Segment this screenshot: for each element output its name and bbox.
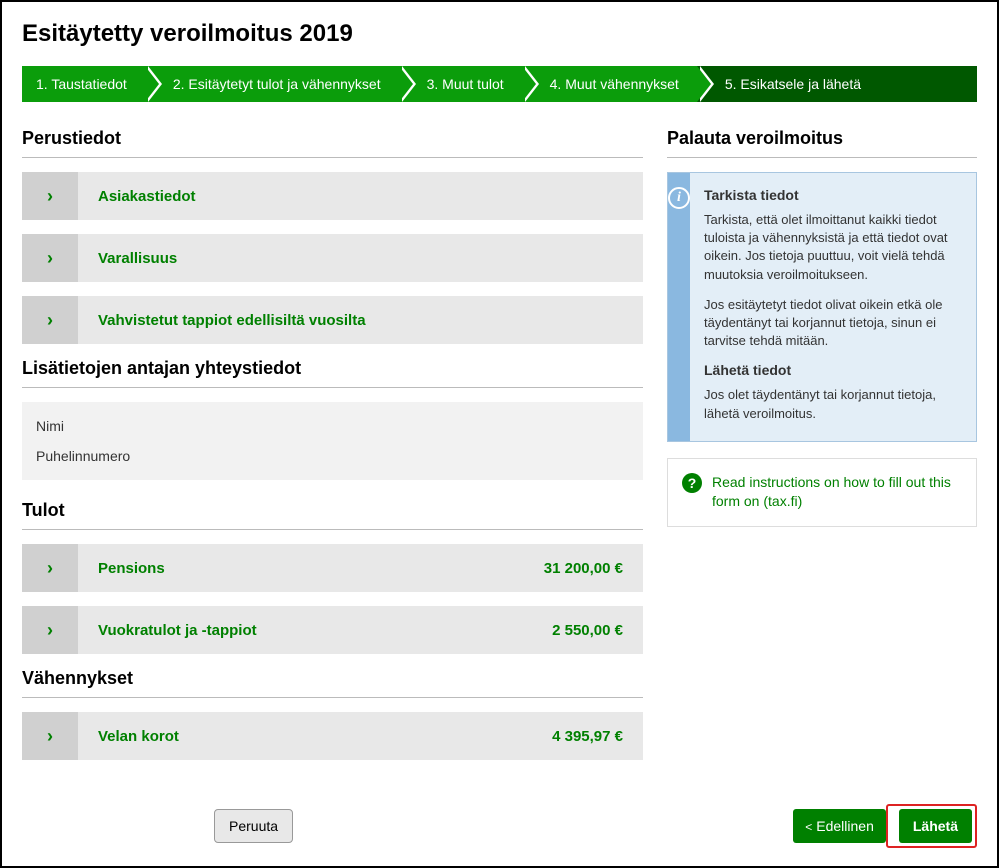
accordion-vuokratulot[interactable]: › Vuokratulot ja -tappiot 2 550,00 €: [22, 606, 643, 654]
accordion-label: Vahvistetut tappiot edellisiltä vuosilta: [78, 312, 643, 329]
send-button[interactable]: Lähetä: [899, 809, 972, 843]
step-4[interactable]: 4. Muut vähennykset: [522, 66, 697, 102]
info-p1: Tarkista, että olet ilmoittanut kaikki t…: [704, 211, 962, 284]
previous-button[interactable]: <Edellinen: [793, 809, 886, 843]
heading-vahennykset: Vähennykset: [22, 668, 643, 689]
heading-palauta: Palauta veroilmoitus: [667, 128, 977, 149]
accordion-asiakastiedot[interactable]: › Asiakastiedot: [22, 172, 643, 220]
progress-steps: 1. Taustatiedot 2. Esitäytetyt tulot ja …: [22, 66, 977, 102]
accordion-label: Varallisuus: [78, 250, 643, 267]
accordion-pensions[interactable]: › Pensions 31 200,00 €: [22, 544, 643, 592]
step-5[interactable]: 5. Esikatsele ja lähetä: [697, 66, 977, 102]
step-2[interactable]: 2. Esitäytetyt tulot ja vähennykset: [145, 66, 399, 102]
accordion-value: 31 200,00 €: [544, 560, 643, 577]
info-icon: i: [668, 187, 690, 209]
info-p2: Jos esitäytetyt tiedot olivat oikein etk…: [704, 296, 962, 351]
info-h1: Tarkista tiedot: [704, 187, 962, 203]
help-box: ? Read instructions on how to fill out t…: [667, 458, 977, 527]
accordion-label: Pensions: [78, 560, 544, 577]
page-title: Esitäytetty veroilmoitus 2019: [22, 20, 977, 48]
info-h2: Lähetä tiedot: [704, 362, 962, 378]
accordion-value: 2 550,00 €: [552, 622, 643, 639]
chevron-right-icon: ›: [22, 296, 78, 344]
chevron-right-icon: ›: [22, 172, 78, 220]
info-p3: Jos olet täydentänyt tai korjannut tieto…: [704, 386, 962, 422]
cancel-button[interactable]: Peruuta: [214, 809, 293, 843]
heading-contact: Lisätietojen antajan yhteystiedot: [22, 358, 643, 379]
contact-box: Nimi Puhelinnumero: [22, 402, 643, 480]
chevron-right-icon: ›: [22, 544, 78, 592]
step-1[interactable]: 1. Taustatiedot: [22, 66, 145, 102]
accordion-varallisuus[interactable]: › Varallisuus: [22, 234, 643, 282]
info-box: i Tarkista tiedot Tarkista, että olet il…: [667, 172, 977, 442]
accordion-label: Velan korot: [78, 728, 552, 745]
contact-name-label: Nimi: [36, 418, 629, 434]
help-link[interactable]: Read instructions on how to fill out thi…: [712, 473, 962, 512]
heading-tulot: Tulot: [22, 500, 643, 521]
accordion-vahvistetut-tappiot[interactable]: › Vahvistetut tappiot edellisiltä vuosil…: [22, 296, 643, 344]
contact-phone-label: Puhelinnumero: [36, 448, 629, 464]
chevron-left-icon: <: [805, 820, 812, 834]
accordion-label: Vuokratulot ja -tappiot: [78, 622, 552, 639]
chevron-right-icon: ›: [22, 712, 78, 760]
step-3[interactable]: 3. Muut tulot: [399, 66, 522, 102]
chevron-right-icon: ›: [22, 606, 78, 654]
question-icon: ?: [682, 473, 702, 493]
chevron-right-icon: ›: [22, 234, 78, 282]
highlight-box: Lähetä: [886, 804, 977, 848]
accordion-velan-korot[interactable]: › Velan korot 4 395,97 €: [22, 712, 643, 760]
heading-perustiedot: Perustiedot: [22, 128, 643, 149]
accordion-value: 4 395,97 €: [552, 728, 643, 745]
accordion-label: Asiakastiedot: [78, 188, 643, 205]
